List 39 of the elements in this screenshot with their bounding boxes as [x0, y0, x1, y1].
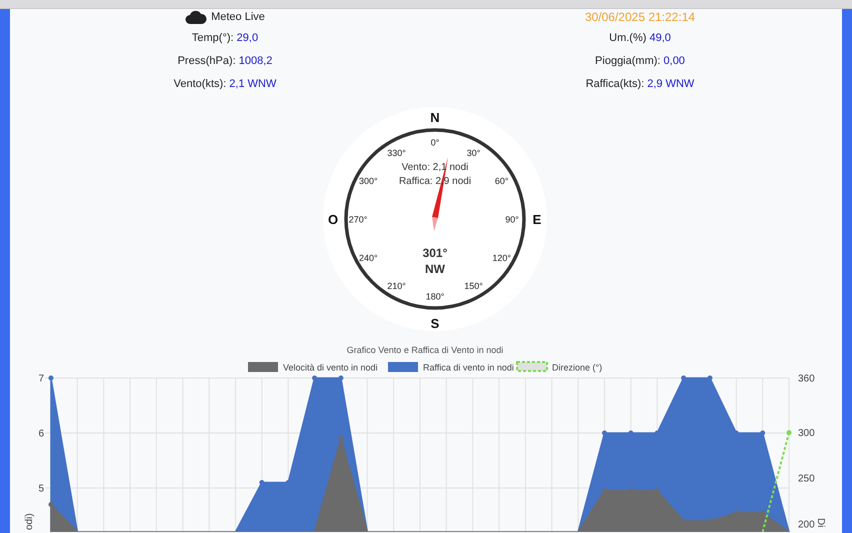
- y2-tick-label: 360: [798, 374, 815, 384]
- reading-text: Um.(%) 49,0: [609, 31, 671, 46]
- y-tick-label: 7: [38, 374, 44, 384]
- timestamp: 30/06/2025 21:22:14: [584, 10, 696, 24]
- degree-label: 300°: [359, 176, 378, 186]
- y-tick-label: 6: [38, 428, 44, 440]
- y2-tick-label: 250: [798, 474, 815, 485]
- degree-label: 60°: [494, 176, 508, 186]
- cardinal-label: S: [430, 316, 440, 331]
- degree-label: 150°: [464, 281, 483, 292]
- cardinal-label: E: [532, 212, 542, 227]
- chart-title: Grafico Vento e Raffica di Vento in nodi: [346, 345, 504, 355]
- legend-label: Direzione (°): [552, 362, 602, 372]
- degree-label: 270°: [348, 214, 368, 224]
- degree-label: 240°: [359, 253, 378, 263]
- degree-label: 90°: [505, 214, 519, 224]
- axis-title: Di: [815, 518, 826, 528]
- reading-text: Pioggia(mm): 0,00: [595, 54, 685, 69]
- degree-label: 30°: [466, 148, 480, 158]
- app-title: Meteo Live: [211, 10, 265, 25]
- cardinal-label: N: [430, 110, 440, 125]
- degree-label: 120°: [492, 253, 511, 263]
- y2-tick-label: 300: [798, 428, 815, 440]
- degree-label: 0°: [430, 138, 440, 148]
- direction-degrees: 301°: [422, 246, 448, 260]
- axis-title: odi): [24, 513, 35, 530]
- cardinal-label: O: [328, 212, 338, 227]
- reading-text: Press(hPa): 1008,2: [178, 54, 272, 69]
- degree-label: 210°: [387, 281, 406, 292]
- y-tick-label: 5: [38, 484, 44, 494]
- degree-label: 180°: [426, 292, 444, 302]
- degree-label: 330°: [387, 148, 406, 158]
- reading-text: Raffica(kts): 2,9 WNW: [586, 77, 694, 92]
- reading-text: Vento(kts): 2,1 WNW: [174, 77, 276, 92]
- legend-label: Velocità di vento in nodi: [283, 362, 378, 372]
- reading-text: Temp(°): 29,0: [192, 31, 258, 46]
- legend-label: Raffica di vento in nodi: [423, 362, 514, 372]
- direction-name: NW: [425, 262, 445, 276]
- y2-tick-label: 200: [798, 519, 815, 530]
